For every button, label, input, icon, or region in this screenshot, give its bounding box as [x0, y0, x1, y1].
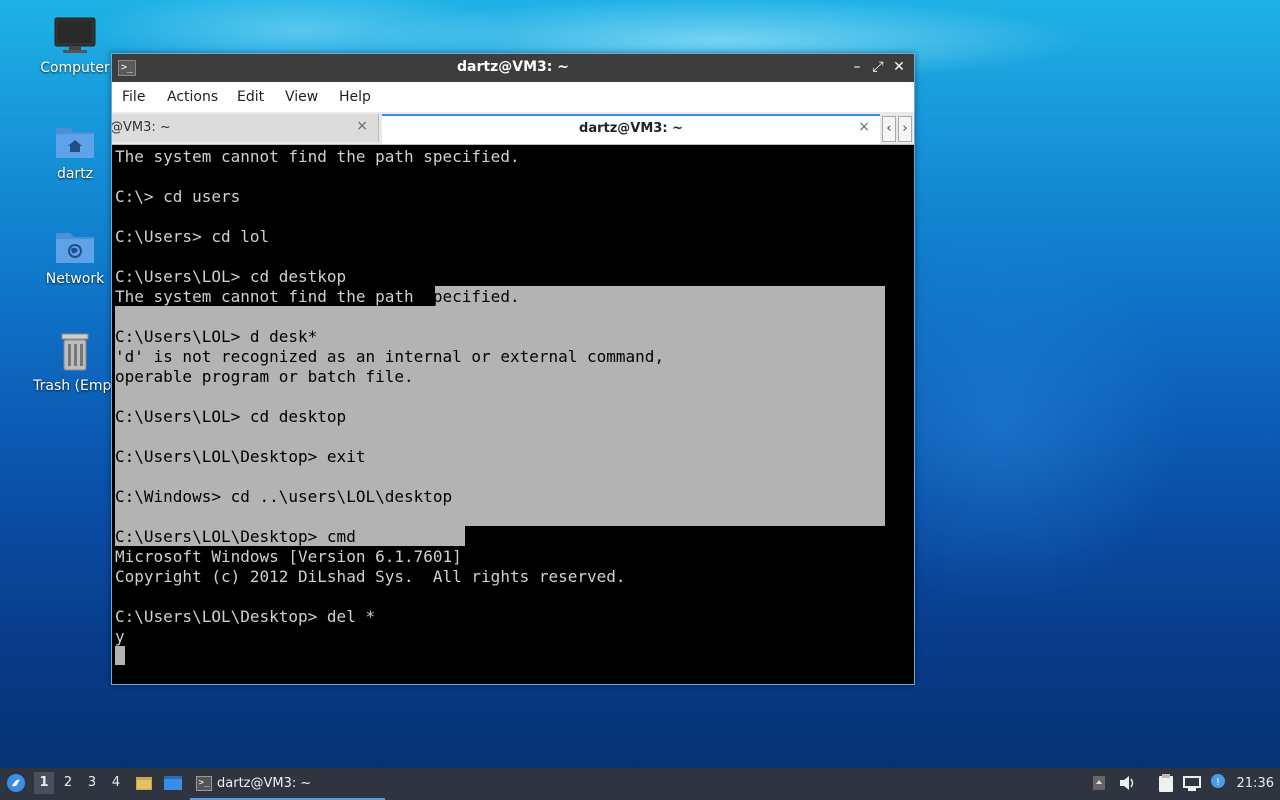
- desktop-icon-label: dartz: [56, 166, 94, 182]
- desktop-icon-network[interactable]: Network: [25, 227, 125, 287]
- terminal-icon: >_: [196, 776, 212, 791]
- desktop-icon-label: Computer: [40, 60, 110, 76]
- text-cursor: [115, 646, 125, 665]
- tab-close-icon[interactable]: ×: [356, 118, 368, 134]
- menu-edit[interactable]: Edit: [237, 89, 264, 105]
- terminal-line: Microsoft Windows [Version 6.1.7601]: [115, 547, 462, 566]
- tab-label: dartz@VM3: ~: [579, 121, 683, 136]
- clipboard-icon[interactable]: [1157, 773, 1175, 797]
- terminal-line: operable program or batch file.: [115, 367, 414, 386]
- start-menu-icon[interactable]: [6, 773, 26, 797]
- volume-icon[interactable]: [1119, 775, 1137, 795]
- terminal-line: The system cannot find the path specifie…: [115, 287, 520, 306]
- terminal-line: 'd' is not recognized as an internal or …: [115, 347, 665, 366]
- taskbar-window-label: dartz@VM3: ~: [217, 776, 312, 791]
- tray-expand-icon[interactable]: [1092, 775, 1106, 795]
- show-desktop-icon[interactable]: [163, 774, 183, 796]
- desktop-icon-home-folder[interactable]: dartz: [25, 122, 125, 182]
- taskbar-window-button[interactable]: >_ dartz@VM3: ~: [190, 771, 385, 800]
- terminal-line: The system cannot find the path specifie…: [115, 147, 520, 166]
- tab-scroll-left-icon[interactable]: ‹: [882, 116, 896, 142]
- terminal-line: C:\Users\LOL> cd desktop: [115, 407, 347, 426]
- menu-help[interactable]: Help: [339, 89, 371, 105]
- menu-file[interactable]: File: [122, 89, 145, 105]
- terminal-window: >_ dartz@VM3: ~ – ⤢ ✕ File Actions Edit …: [111, 53, 915, 685]
- tab-2-active[interactable]: dartz@VM3: ~ ×: [382, 114, 880, 144]
- terminal-output[interactable]: The system cannot find the path specifie…: [115, 146, 912, 681]
- workspace-3[interactable]: 3: [82, 772, 102, 794]
- menu-bar: File Actions Edit View Help: [112, 82, 914, 112]
- terminal-line: C:\Users\LOL> d desk*: [115, 327, 318, 346]
- terminal-line: C:\Users> cd lol: [115, 227, 270, 246]
- terminal-line: C:\Users\LOL\Desktop> cmd: [115, 527, 356, 546]
- terminal-line: Copyright (c) 2012 DiLshad Sys. All righ…: [115, 567, 626, 586]
- desktop-icon-label: Trash (Empt: [33, 378, 117, 394]
- terminal-line: y: [115, 627, 125, 646]
- workspace-4[interactable]: 4: [106, 772, 126, 794]
- terminal-line: C:\Users\LOL> cd destkop: [115, 267, 347, 286]
- network-status-icon[interactable]: [1182, 774, 1202, 796]
- minimize-icon[interactable]: –: [848, 58, 866, 76]
- close-icon[interactable]: ✕: [890, 58, 908, 76]
- tab-bar: @VM3: ~ × dartz@VM3: ~ × ‹ ›: [112, 112, 914, 145]
- window-title: dartz@VM3: ~: [457, 59, 569, 75]
- window-titlebar[interactable]: >_ dartz@VM3: ~ – ⤢ ✕: [112, 54, 914, 82]
- tab-scroll-right-icon[interactable]: ›: [898, 116, 912, 142]
- tab-1[interactable]: @VM3: ~ ×: [112, 114, 379, 142]
- updates-icon[interactable]: !: [1210, 773, 1226, 793]
- network-folder-icon: [56, 233, 94, 263]
- clock: 21:36: [1236, 776, 1274, 791]
- home-folder-icon: [56, 128, 94, 158]
- desktop-icon-computer[interactable]: Computer: [25, 16, 125, 76]
- menu-actions[interactable]: Actions: [167, 89, 218, 105]
- workspace-1[interactable]: 1: [34, 772, 54, 794]
- terminal-line: C:\Windows> cd ..\users\LOL\desktop: [115, 487, 453, 506]
- trash-icon: [61, 333, 89, 371]
- desktop-icon-trash[interactable]: Trash (Empt: [25, 330, 125, 394]
- tab-close-icon[interactable]: ×: [858, 119, 870, 135]
- menu-view[interactable]: View: [285, 89, 318, 105]
- terminal-line: C:\Users\LOL\Desktop> del *: [115, 607, 376, 626]
- desktop-icon-label: Network: [45, 271, 105, 287]
- terminal-line: C:\> cd users: [115, 187, 241, 206]
- svg-text:!: !: [1216, 777, 1220, 788]
- file-manager-icon[interactable]: [135, 774, 153, 796]
- maximize-icon[interactable]: ⤢: [869, 58, 887, 76]
- workspace-2[interactable]: 2: [58, 772, 78, 794]
- terminal-line: C:\Users\LOL\Desktop> exit: [115, 447, 366, 466]
- tab-label: @VM3: ~: [112, 120, 171, 135]
- taskbar: 1 2 3 4 >_ dartz@VM3: ~ ! 21:36: [0, 768, 1280, 800]
- monitor-icon: [54, 17, 96, 53]
